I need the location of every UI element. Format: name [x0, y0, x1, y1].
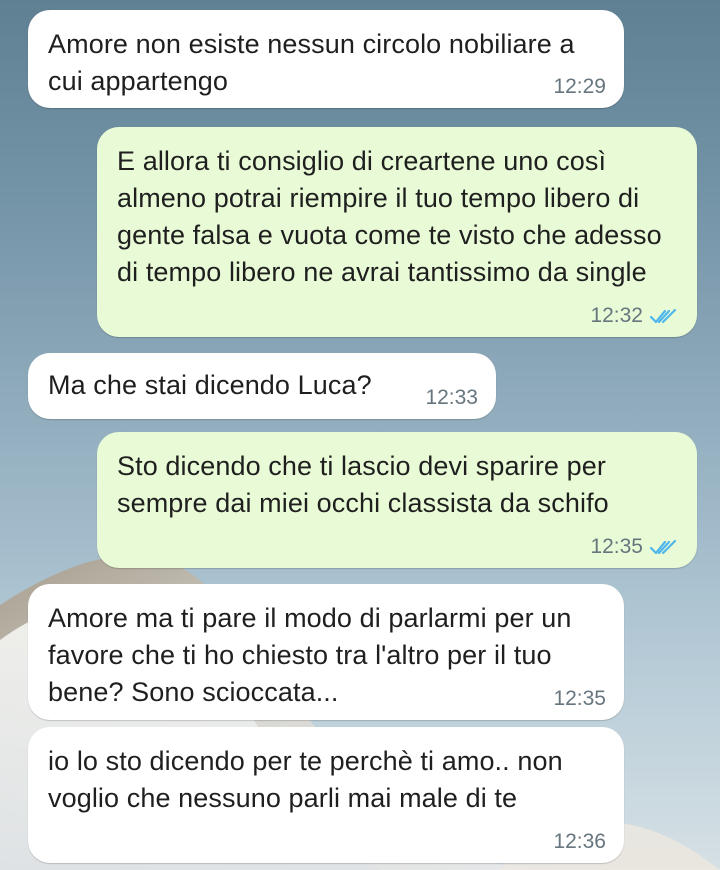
- message-bubble-incoming[interactable]: Amore non esiste nessun circolo nobiliar…: [28, 10, 624, 108]
- double-check-icon: [649, 538, 679, 556]
- message-text: Ma che stai dicendo Luca?: [48, 370, 372, 400]
- message-bubble-outgoing[interactable]: Sto dicendo che ti lascio devi sparire p…: [97, 432, 697, 568]
- double-check-icon: [649, 307, 679, 325]
- message-bubble-outgoing[interactable]: E allora ti consiglio di creartene uno c…: [97, 127, 697, 337]
- message-meta: 12:29: [553, 75, 606, 99]
- message-time: 12:36: [553, 830, 606, 853]
- message-text: E allora ti consiglio di creartene uno c…: [117, 146, 662, 287]
- message-bubble-incoming[interactable]: Ma che stai dicendo Luca? 12:33: [28, 353, 496, 419]
- message-time: 12:35: [553, 687, 606, 710]
- message-text: Amore ma ti pare il modo di parlarmi per…: [48, 603, 572, 707]
- message-time: 12:32: [590, 304, 643, 327]
- message-text: Amore non esiste nessun circolo nobiliar…: [48, 29, 575, 96]
- chat-thread: Amore non esiste nessun circolo nobiliar…: [0, 0, 720, 870]
- message-meta: 12:32: [590, 304, 679, 328]
- message-text: Sto dicendo che ti lascio devi sparire p…: [117, 451, 609, 518]
- message-meta: 12:36: [553, 830, 606, 854]
- message-text: io lo sto dicendo per te perchè ti amo..…: [48, 746, 563, 813]
- message-meta: 12:35: [553, 687, 606, 711]
- message-meta: 12:35: [590, 535, 679, 559]
- message-time: 12:29: [553, 75, 606, 98]
- message-bubble-incoming[interactable]: Amore ma ti pare il modo di parlarmi per…: [28, 584, 624, 720]
- message-bubble-incoming[interactable]: io lo sto dicendo per te perchè ti amo..…: [28, 727, 624, 863]
- message-meta: 12:33: [425, 386, 478, 410]
- message-time: 12:33: [425, 386, 478, 409]
- message-time: 12:35: [590, 535, 643, 558]
